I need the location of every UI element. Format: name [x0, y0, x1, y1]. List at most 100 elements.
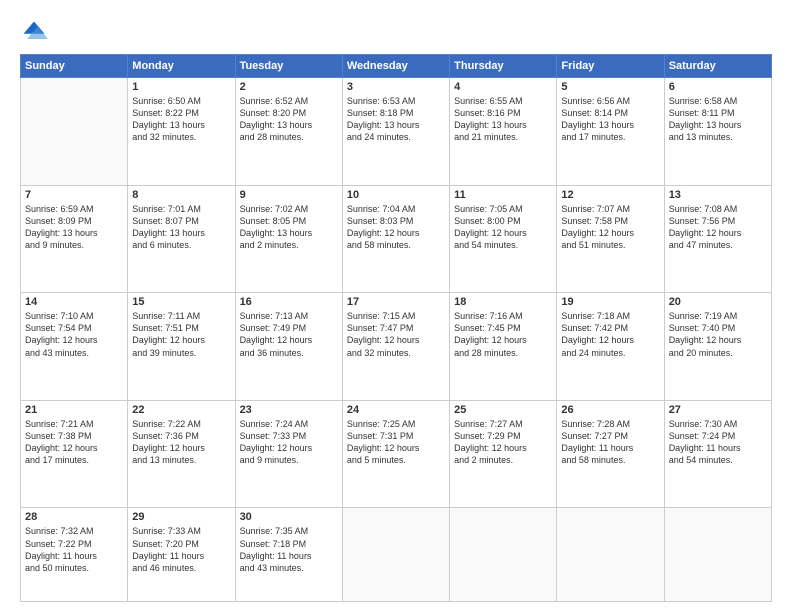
calendar-day-cell: 26 Sunrise: 7:28 AM Sunset: 7:27 PM Dayli… — [557, 400, 664, 508]
calendar-day-cell: 25Sunrise: 7:27 AM Sunset: 7:29 PM Dayli… — [450, 400, 557, 508]
day-number: 13 — [669, 189, 767, 201]
day-number: 26 — [561, 404, 659, 416]
page: SundayMondayTuesdayWednesdayThursdayFrid… — [0, 0, 792, 612]
day-number: 21 — [25, 404, 123, 416]
calendar-day-cell: 10 Sunrise: 7:04 AM Sunset: 8:03 PM Dayli… — [342, 185, 449, 293]
calendar-day-cell: 27 Sunrise: 7:30 AM Sunset: 7:24 PM Dayli… — [664, 400, 771, 508]
calendar-day-cell: 13 Sunrise: 7:08 AM Sunset: 7:56 PM Dayli… — [664, 185, 771, 293]
calendar-day-cell: 20 Sunrise: 7:19 AM Sunset: 7:40 PM Dayli… — [664, 293, 771, 401]
calendar-day-cell: 3 Sunrise: 6:53 AM Sunset: 8:18 PM Daylig… — [342, 78, 449, 186]
day-info: Sunrise: 6:58 AM Sunset: 8:11 PM Dayligh… — [669, 95, 767, 144]
day-info: Sunrise: 7:15 AM Sunset: 7:47 PM Dayligh… — [347, 310, 445, 359]
calendar-day-cell: 14 Sunrise: 7:10 AM Sunset: 7:54 PM Dayli… — [21, 293, 128, 401]
calendar-day-cell: 15 Sunrise: 7:11 AM Sunset: 7:51 PM Dayli… — [128, 293, 235, 401]
weekday-header: Tuesday — [235, 55, 342, 78]
day-number: 4 — [454, 81, 552, 93]
day-info: Sunrise: 7:16 AM Sunset: 7:45 PM Dayligh… — [454, 310, 552, 359]
calendar-week-row: 14 Sunrise: 7:10 AM Sunset: 7:54 PM Dayli… — [21, 293, 772, 401]
calendar-day-cell: 1 Sunrise: 6:50 AM Sunset: 8:22 PM Daylig… — [128, 78, 235, 186]
day-info: Sunrise: 7:19 AM Sunset: 7:40 PM Dayligh… — [669, 310, 767, 359]
calendar-week-row: 28 Sunrise: 7:32 AM Sunset: 7:22 PM Dayli… — [21, 508, 772, 602]
day-info: Sunrise: 6:52 AM Sunset: 8:20 PM Dayligh… — [240, 95, 338, 144]
day-number: 3 — [347, 81, 445, 93]
day-info: Sunrise: 7:13 AM Sunset: 7:49 PM Dayligh… — [240, 310, 338, 359]
calendar-day-cell: 23Sunrise: 7:24 AM Sunset: 7:33 PM Dayli… — [235, 400, 342, 508]
day-info: Sunrise: 6:53 AM Sunset: 8:18 PM Dayligh… — [347, 95, 445, 144]
day-number: 20 — [669, 296, 767, 308]
day-info: Sunrise: 6:59 AM Sunset: 8:09 PM Dayligh… — [25, 203, 123, 252]
day-number: 25 — [454, 404, 552, 416]
day-number: 30 — [240, 511, 338, 523]
day-number: 16 — [240, 296, 338, 308]
day-info: Sunrise: 7:07 AM Sunset: 7:58 PM Dayligh… — [561, 203, 659, 252]
calendar-week-row: 7Sunrise: 6:59 AM Sunset: 8:09 PM Daylig… — [21, 185, 772, 293]
logo — [20, 18, 52, 46]
calendar-day-cell: 30 Sunrise: 7:35 AM Sunset: 7:18 PM Dayli… — [235, 508, 342, 602]
calendar-day-cell: 6 Sunrise: 6:58 AM Sunset: 8:11 PM Daylig… — [664, 78, 771, 186]
day-info: Sunrise: 7:08 AM Sunset: 7:56 PM Dayligh… — [669, 203, 767, 252]
day-info: Sunrise: 7:30 AM Sunset: 7:24 PM Dayligh… — [669, 418, 767, 467]
calendar-day-cell: 5Sunrise: 6:56 AM Sunset: 8:14 PM Daylig… — [557, 78, 664, 186]
logo-icon — [20, 18, 48, 46]
day-info: Sunrise: 6:56 AM Sunset: 8:14 PM Dayligh… — [561, 95, 659, 144]
calendar-day-cell: 21Sunrise: 7:21 AM Sunset: 7:38 PM Dayli… — [21, 400, 128, 508]
weekday-header: Thursday — [450, 55, 557, 78]
day-number: 11 — [454, 189, 552, 201]
day-number: 24 — [347, 404, 445, 416]
day-info: Sunrise: 7:05 AM Sunset: 8:00 PM Dayligh… — [454, 203, 552, 252]
calendar-day-cell: 17 Sunrise: 7:15 AM Sunset: 7:47 PM Dayli… — [342, 293, 449, 401]
weekday-header: Monday — [128, 55, 235, 78]
day-number: 17 — [347, 296, 445, 308]
calendar-day-cell: 29 Sunrise: 7:33 AM Sunset: 7:20 PM Dayli… — [128, 508, 235, 602]
day-number: 9 — [240, 189, 338, 201]
day-info: Sunrise: 7:28 AM Sunset: 7:27 PM Dayligh… — [561, 418, 659, 467]
calendar-day-cell: 12 Sunrise: 7:07 AM Sunset: 7:58 PM Dayli… — [557, 185, 664, 293]
calendar-day-cell — [450, 508, 557, 602]
calendar-day-cell: 2Sunrise: 6:52 AM Sunset: 8:20 PM Daylig… — [235, 78, 342, 186]
day-number: 8 — [132, 189, 230, 201]
weekday-header: Saturday — [664, 55, 771, 78]
day-info: Sunrise: 7:33 AM Sunset: 7:20 PM Dayligh… — [132, 525, 230, 574]
day-info: Sunrise: 7:11 AM Sunset: 7:51 PM Dayligh… — [132, 310, 230, 359]
day-number: 12 — [561, 189, 659, 201]
calendar-day-cell: 24Sunrise: 7:25 AM Sunset: 7:31 PM Dayli… — [342, 400, 449, 508]
calendar-week-row: 1 Sunrise: 6:50 AM Sunset: 8:22 PM Daylig… — [21, 78, 772, 186]
day-info: Sunrise: 7:35 AM Sunset: 7:18 PM Dayligh… — [240, 525, 338, 574]
day-number: 1 — [132, 81, 230, 93]
day-info: Sunrise: 7:24 AM Sunset: 7:33 PM Dayligh… — [240, 418, 338, 467]
calendar-day-cell — [342, 508, 449, 602]
day-number: 14 — [25, 296, 123, 308]
calendar-table: SundayMondayTuesdayWednesdayThursdayFrid… — [20, 54, 772, 602]
header — [20, 18, 772, 46]
calendar-day-cell: 16 Sunrise: 7:13 AM Sunset: 7:49 PM Dayli… — [235, 293, 342, 401]
weekday-header: Friday — [557, 55, 664, 78]
calendar-day-cell — [664, 508, 771, 602]
day-number: 19 — [561, 296, 659, 308]
day-number: 18 — [454, 296, 552, 308]
calendar-day-cell: 11 Sunrise: 7:05 AM Sunset: 8:00 PM Dayli… — [450, 185, 557, 293]
day-info: Sunrise: 6:50 AM Sunset: 8:22 PM Dayligh… — [132, 95, 230, 144]
weekday-header: Sunday — [21, 55, 128, 78]
day-number: 22 — [132, 404, 230, 416]
day-info: Sunrise: 7:01 AM Sunset: 8:07 PM Dayligh… — [132, 203, 230, 252]
day-number: 27 — [669, 404, 767, 416]
day-info: Sunrise: 7:32 AM Sunset: 7:22 PM Dayligh… — [25, 525, 123, 574]
day-info: Sunrise: 7:02 AM Sunset: 8:05 PM Dayligh… — [240, 203, 338, 252]
calendar-day-cell: 9 Sunrise: 7:02 AM Sunset: 8:05 PM Daylig… — [235, 185, 342, 293]
calendar-day-cell: 22Sunrise: 7:22 AM Sunset: 7:36 PM Dayli… — [128, 400, 235, 508]
calendar-header-row: SundayMondayTuesdayWednesdayThursdayFrid… — [21, 55, 772, 78]
calendar-day-cell: 4Sunrise: 6:55 AM Sunset: 8:16 PM Daylig… — [450, 78, 557, 186]
day-number: 28 — [25, 511, 123, 523]
day-info: Sunrise: 7:04 AM Sunset: 8:03 PM Dayligh… — [347, 203, 445, 252]
day-info: Sunrise: 7:10 AM Sunset: 7:54 PM Dayligh… — [25, 310, 123, 359]
calendar-day-cell: 18 Sunrise: 7:16 AM Sunset: 7:45 PM Dayli… — [450, 293, 557, 401]
calendar-day-cell — [557, 508, 664, 602]
day-number: 15 — [132, 296, 230, 308]
calendar-day-cell: 8 Sunrise: 7:01 AM Sunset: 8:07 PM Daylig… — [128, 185, 235, 293]
day-number: 6 — [669, 81, 767, 93]
calendar-day-cell: 7Sunrise: 6:59 AM Sunset: 8:09 PM Daylig… — [21, 185, 128, 293]
day-number: 29 — [132, 511, 230, 523]
weekday-header: Wednesday — [342, 55, 449, 78]
day-info: Sunrise: 7:18 AM Sunset: 7:42 PM Dayligh… — [561, 310, 659, 359]
day-number: 10 — [347, 189, 445, 201]
